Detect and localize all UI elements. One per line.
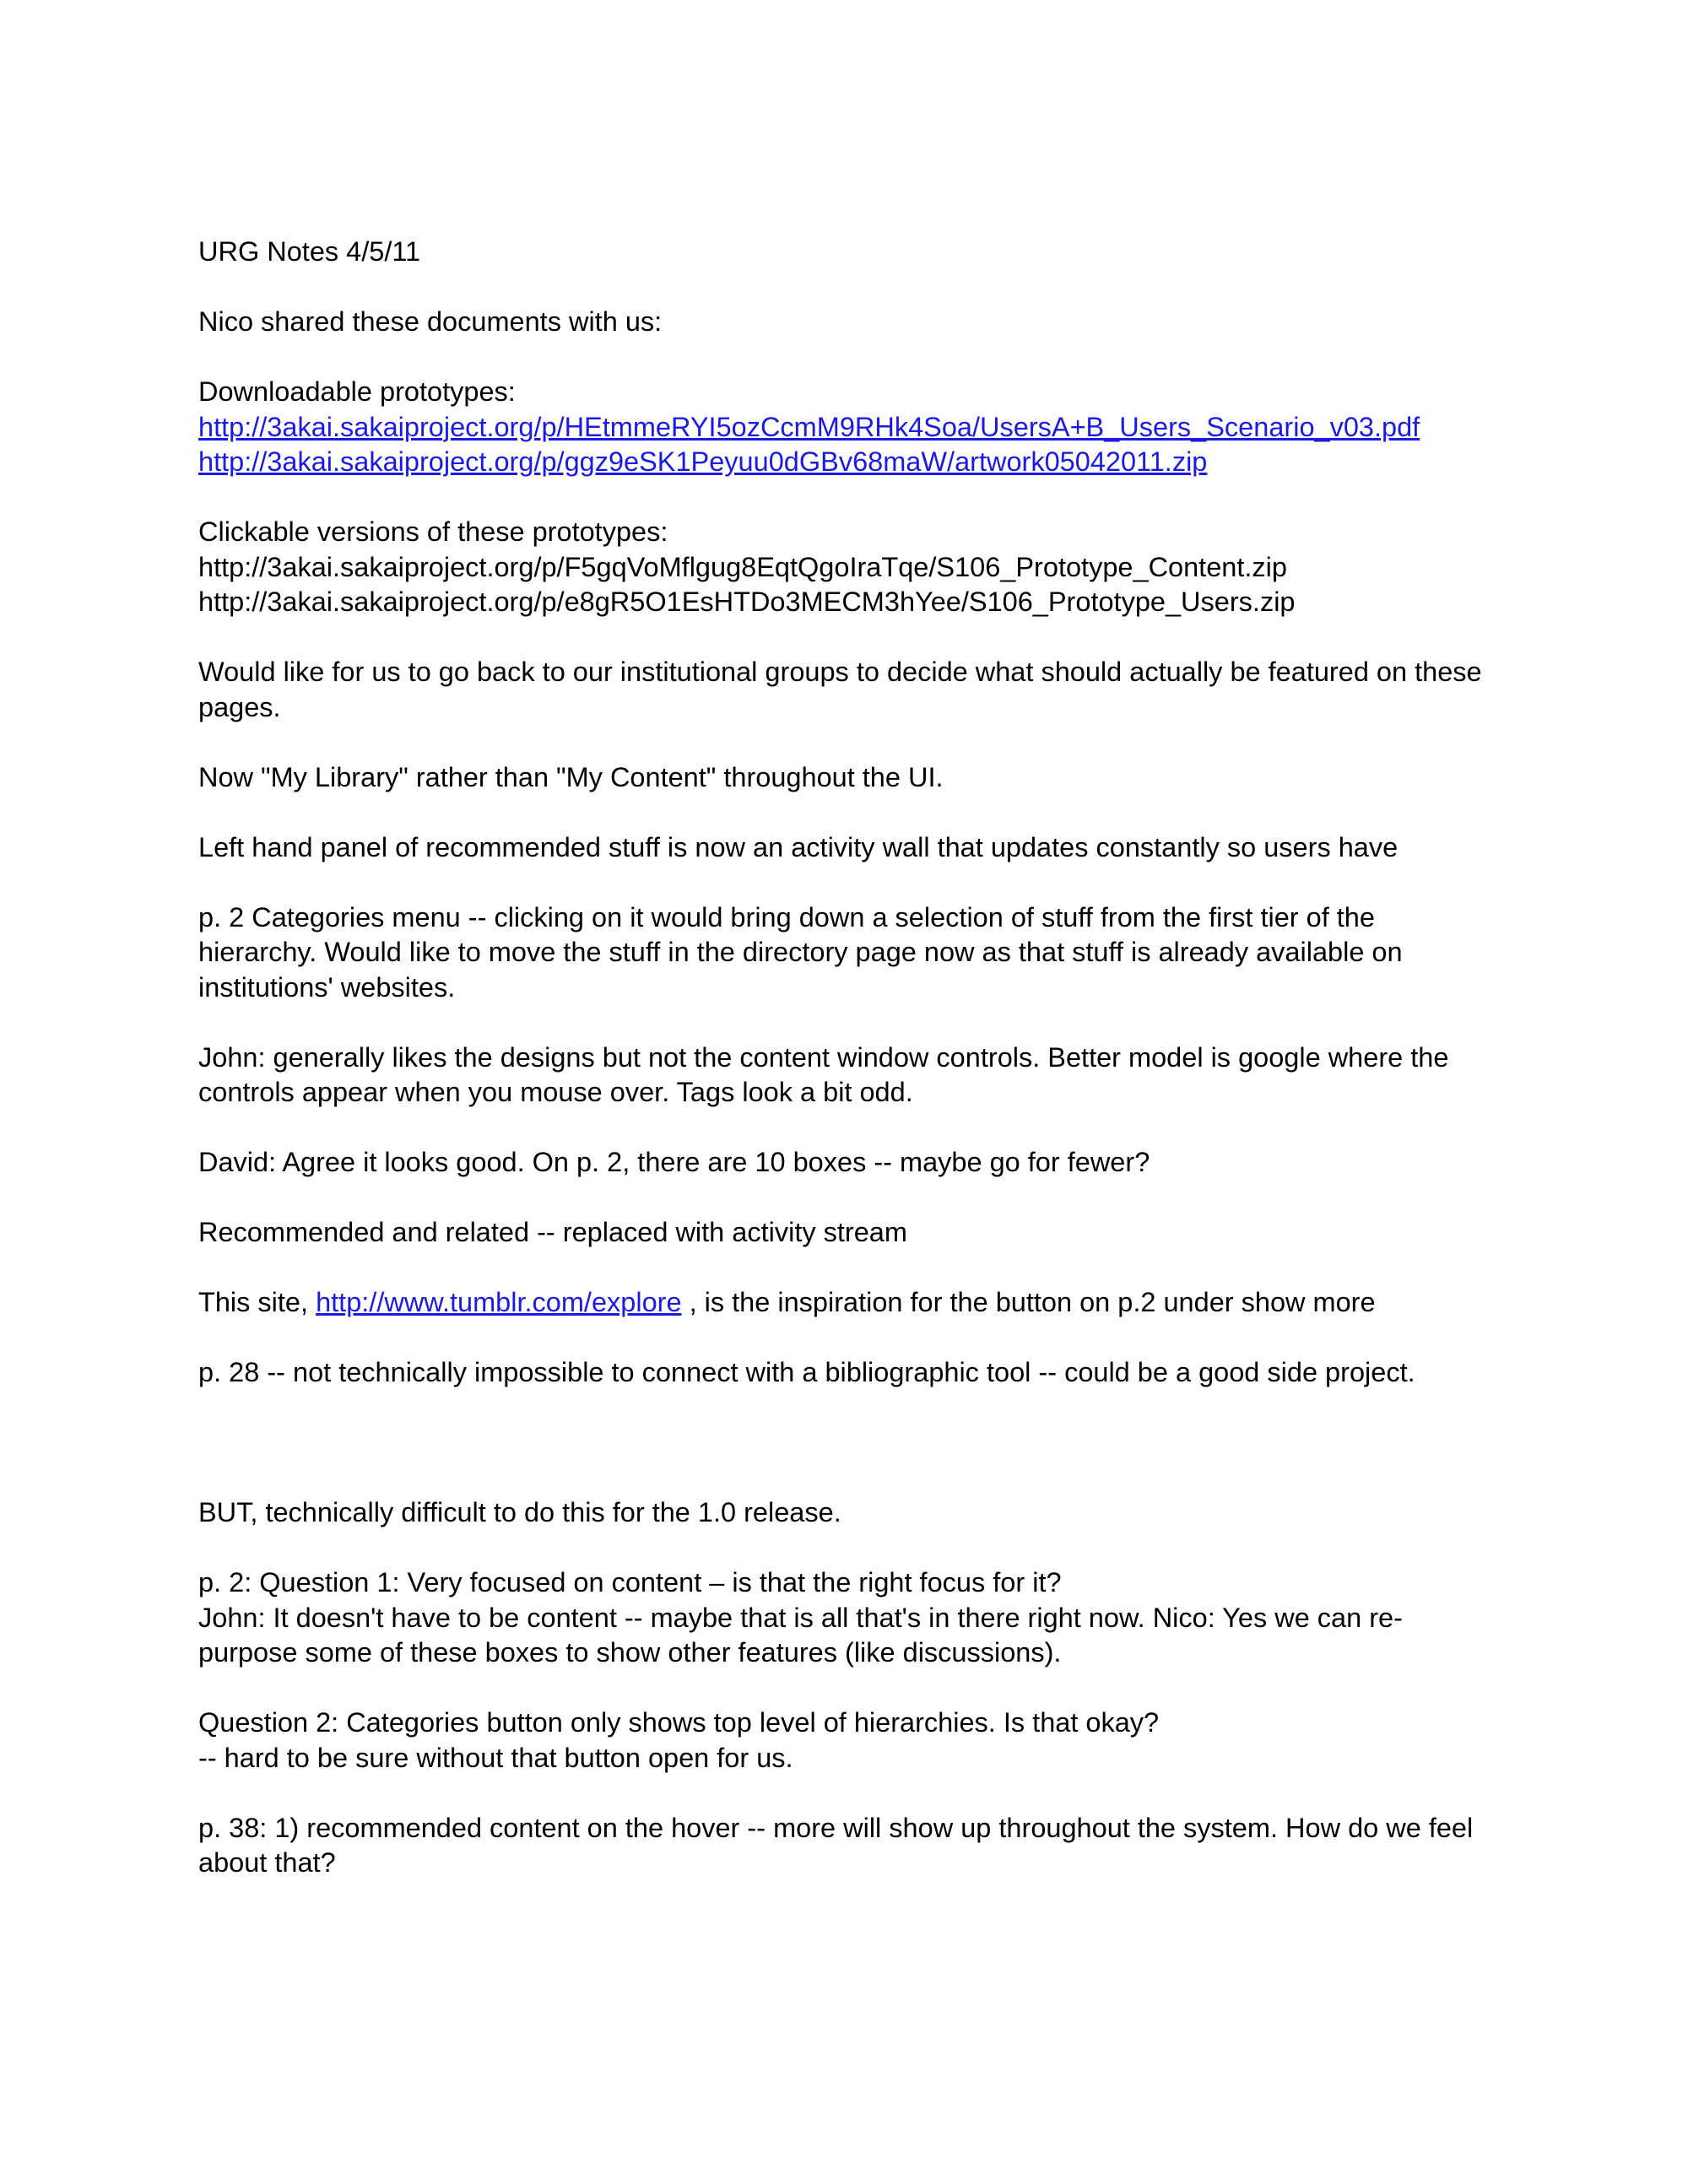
- clickable-heading: Clickable versions of these prototypes:: [198, 516, 668, 547]
- paragraph-line: institutions' websites.: [198, 971, 456, 1003]
- paragraph-but: BUT, technically difficult to do this fo…: [198, 1497, 841, 1527]
- paragraph-p28: p. 28 -- not technically impossible to c…: [198, 1357, 1415, 1387]
- intro-text: Nico shared these documents with us:: [198, 306, 663, 337]
- paragraph-recommended: Recommended and related -- replaced with…: [198, 1217, 907, 1247]
- paragraph-line: controls appear when you mouse over. Tag…: [198, 1077, 913, 1107]
- content-prototype-url: http://3akai.sakaiproject.org/p/F5gqVoMf…: [198, 551, 1287, 582]
- artwork-zip-link[interactable]: http://3akai.sakaiproject.org/p/ggz9eSK1…: [198, 446, 1207, 477]
- site-text-after: , is the inspiration for the button on p…: [681, 1287, 1376, 1317]
- paragraph-line: Question 2: Categories button only shows…: [198, 1707, 1160, 1738]
- prototype-pdf-link[interactable]: http://3akai.sakaiproject.org/p/HEtmmeRY…: [198, 412, 1420, 442]
- paragraph-line: pages.: [198, 691, 281, 722]
- paragraph-line: John: It doesn't have to be content -- m…: [198, 1602, 1403, 1633]
- paragraph-line: John: generally likes the designs but no…: [198, 1041, 1449, 1073]
- paragraph-line: p. 38: 1) recommended content on the hov…: [198, 1812, 1474, 1843]
- paragraph-line: p. 2: Question 1: Very focused on conten…: [198, 1567, 1062, 1597]
- paragraph-line: hierarchy. Would like to move the stuff …: [198, 937, 1403, 967]
- paragraph-question-2: Question 2: Categories button only shows…: [198, 1706, 1515, 1776]
- tumblr-explore-link[interactable]: http://www.tumblr.com/explore: [316, 1287, 682, 1317]
- paragraph-library: Now "My Library" rather than "My Content…: [198, 761, 944, 792]
- paragraph-line: p. 2 Categories menu -- clicking on it w…: [198, 901, 1375, 933]
- paragraph-categories: p. 2 Categories menu -- clicking on it w…: [198, 900, 1515, 1006]
- paragraph-site: This site, http://www.tumblr.com/explore…: [198, 1285, 1515, 1321]
- paragraph-question-1: p. 2: Question 1: Very focused on conten…: [198, 1565, 1515, 1671]
- paragraph-david: David: Agree it looks good. On p. 2, the…: [198, 1147, 1150, 1177]
- paragraph-p38: p. 38: 1) recommended content on the hov…: [198, 1811, 1515, 1881]
- paragraph-john: John: generally likes the designs but no…: [198, 1041, 1515, 1111]
- document-body: URG Notes 4/5/11 Nico shared these docum…: [198, 235, 1515, 1881]
- document-title: URG Notes 4/5/11: [198, 236, 421, 267]
- site-text-before: This site,: [198, 1287, 316, 1317]
- paragraph-line: about that?: [198, 1847, 336, 1878]
- paragraph-left-panel: Left hand panel of recommended stuff is …: [198, 831, 1399, 862]
- paragraph-institutional: Would like for us to go back to our inst…: [198, 655, 1515, 725]
- paragraph-line: -- hard to be sure without that button o…: [198, 1742, 793, 1773]
- downloadable-prototypes-section: Downloadable prototypes: http://3akai.sa…: [198, 375, 1515, 480]
- users-prototype-url: http://3akai.sakaiproject.org/p/e8gR5O1E…: [198, 587, 1296, 617]
- paragraph-line: purpose some of these boxes to show othe…: [198, 1637, 1062, 1668]
- clickable-prototypes-section: Clickable versions of these prototypes: …: [198, 515, 1515, 620]
- downloadable-heading: Downloadable prototypes:: [198, 376, 516, 407]
- paragraph-line: Would like for us to go back to our inst…: [198, 657, 1482, 687]
